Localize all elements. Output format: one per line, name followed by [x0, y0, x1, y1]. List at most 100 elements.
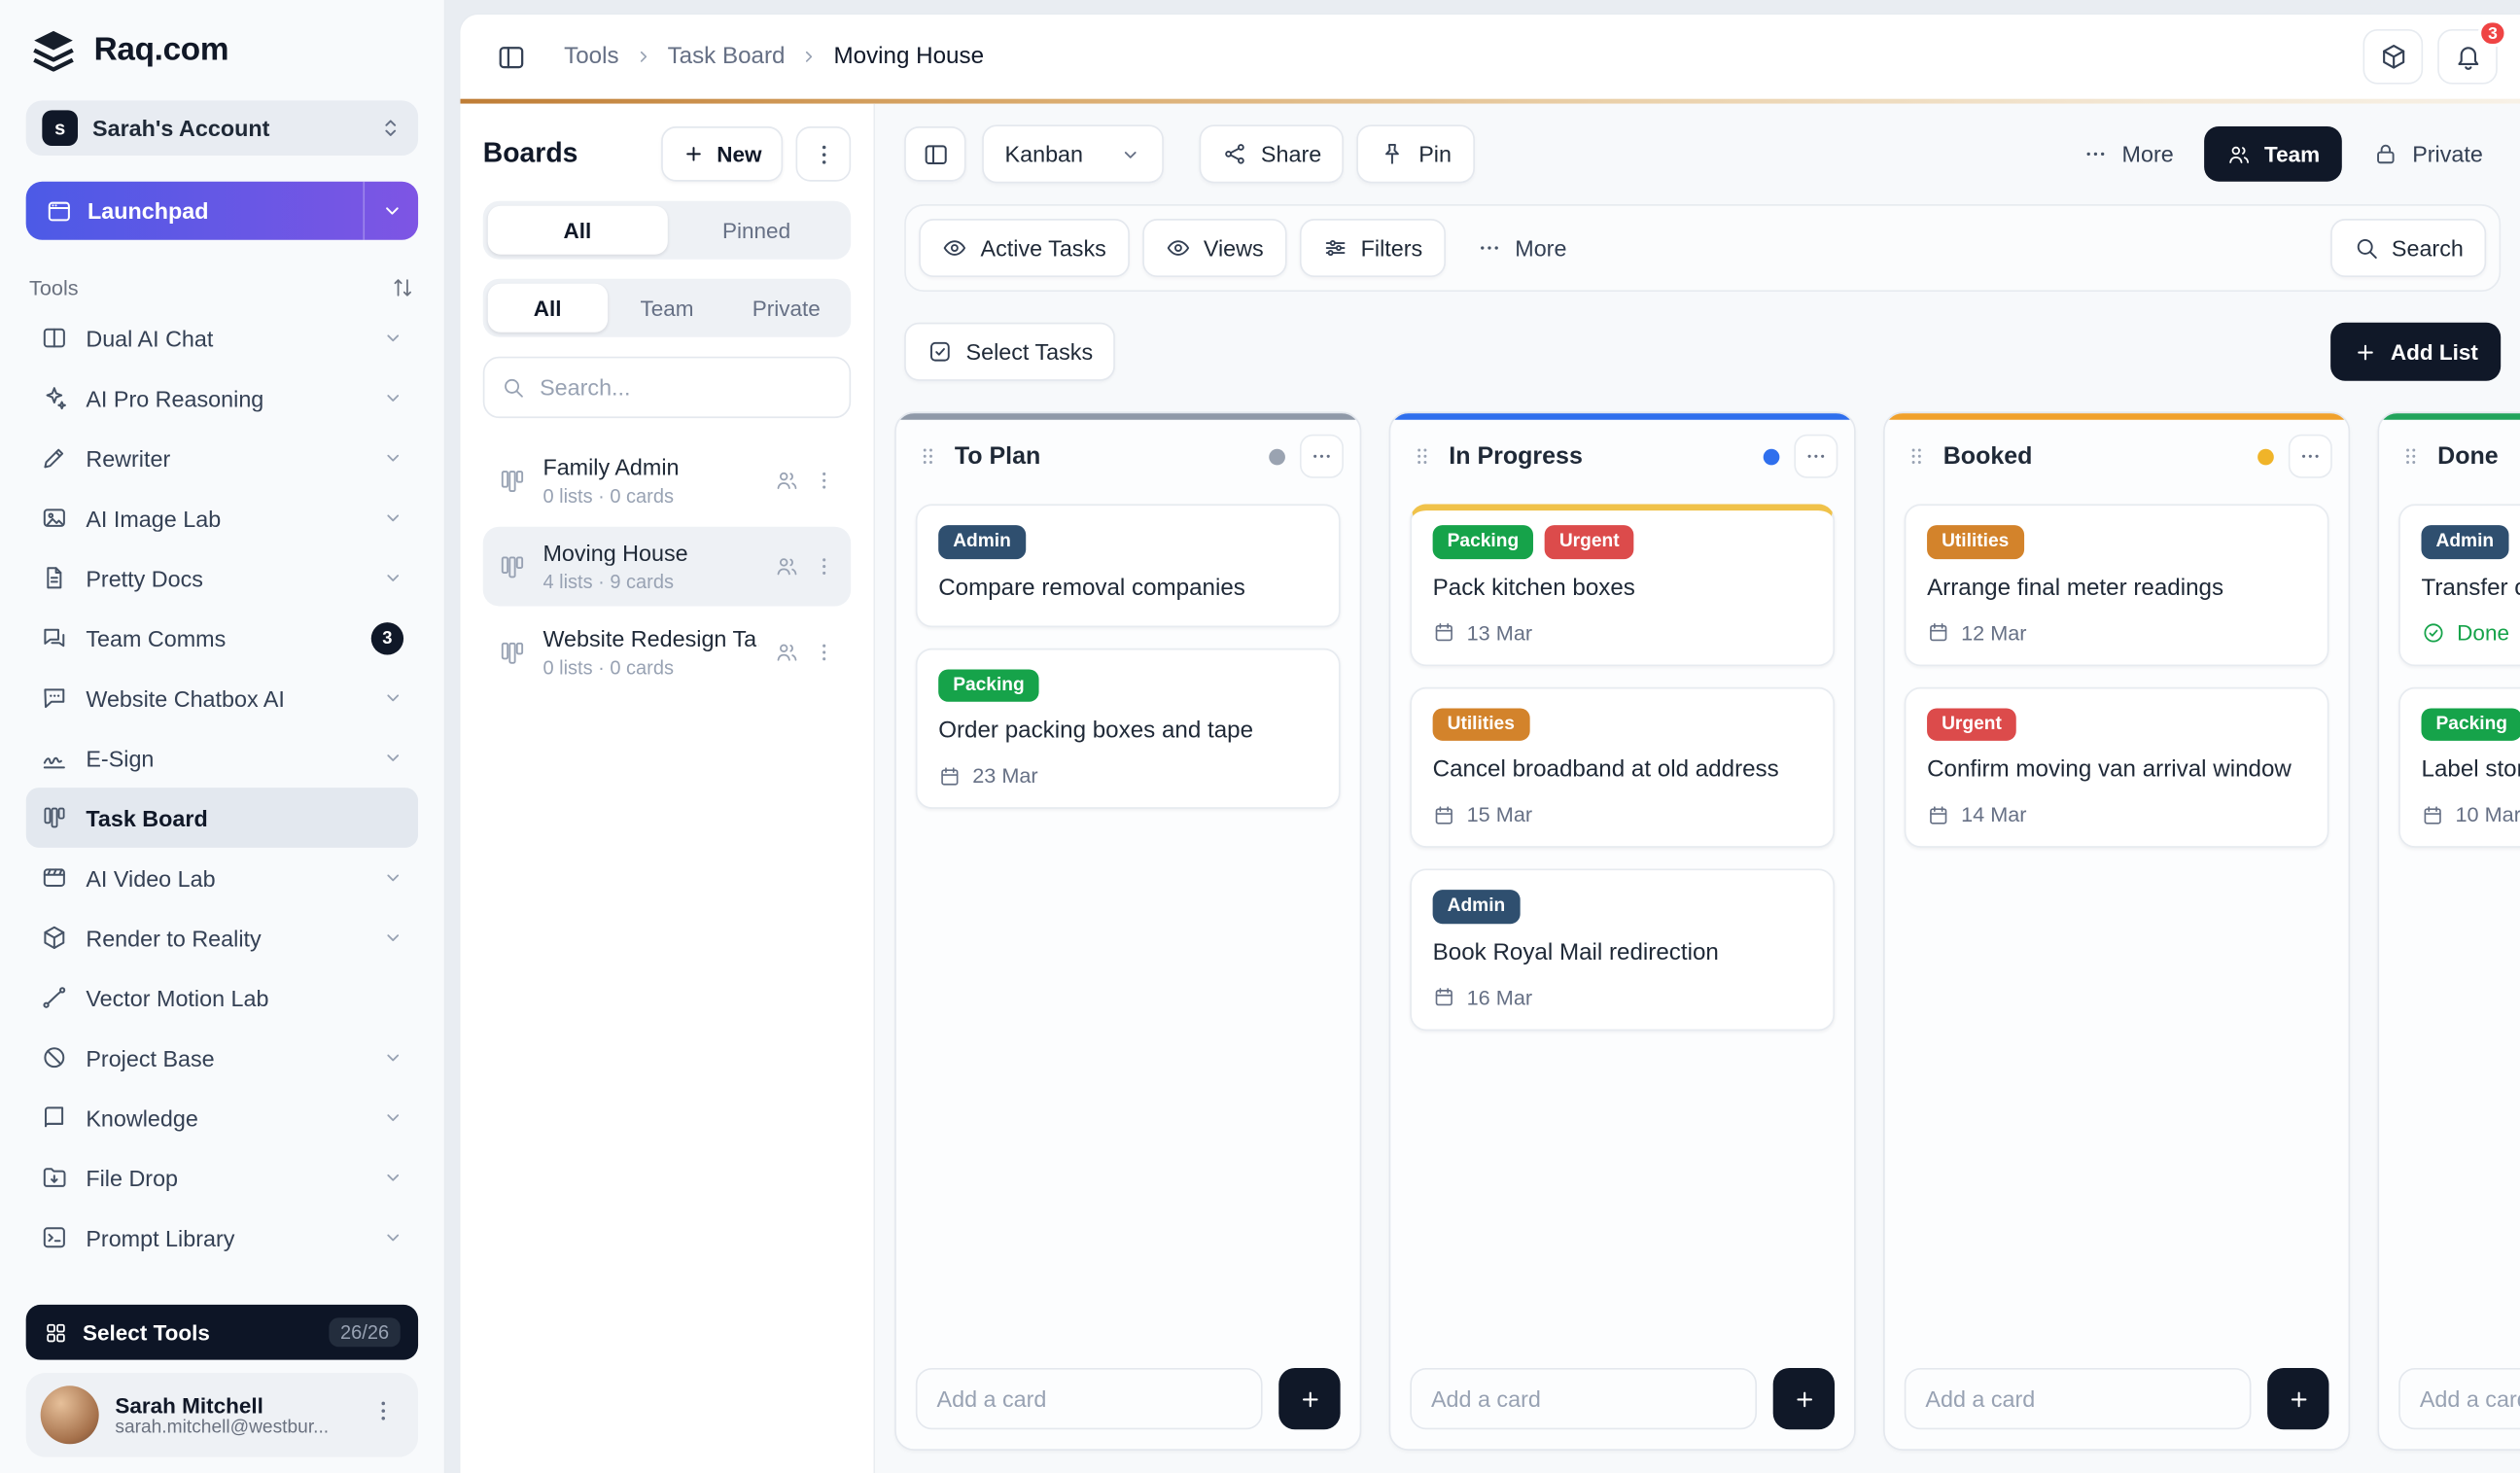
search-button[interactable]: Search: [2329, 219, 2487, 278]
breadcrumb-tools[interactable]: Tools: [564, 44, 618, 70]
board-item-family-admin[interactable]: Family Admin 0 lists · 0 cards: [483, 440, 851, 520]
tab-visibility-all[interactable]: All: [487, 283, 608, 333]
task-board-icon: [498, 638, 527, 667]
task-card[interactable]: Packing Label stor 10 Mar: [2398, 685, 2520, 848]
sidebar-item-team-comms[interactable]: Team Comms 3: [26, 608, 418, 668]
add-card-button[interactable]: [1772, 1367, 1836, 1430]
card-title: Pack kitchen boxes: [1432, 575, 1635, 602]
filters-button[interactable]: Filters: [1299, 219, 1446, 278]
select-tasks-button[interactable]: Select Tasks: [904, 322, 1116, 381]
grip-icon[interactable]: [916, 444, 940, 469]
tab-scope-all[interactable]: All: [487, 205, 667, 255]
team-visibility-button[interactable]: Team: [2204, 126, 2343, 182]
task-card[interactable]: Admin Transfer c Done: [2398, 504, 2520, 666]
sidebar-item-rewriter[interactable]: Rewriter: [26, 428, 418, 488]
add-card-field[interactable]: Add a card: [915, 1367, 1263, 1430]
card-due-date: 13 Mar: [1433, 620, 1812, 645]
new-board-button[interactable]: New: [661, 126, 784, 182]
view-mode-select[interactable]: Kanban: [982, 124, 1164, 184]
sidebar-item-ai-image-lab[interactable]: AI Image Lab: [26, 488, 418, 548]
grip-icon[interactable]: [2398, 444, 2423, 469]
notification-badge: 3: [2478, 19, 2507, 48]
boards-menu-button[interactable]: [795, 126, 852, 182]
more-button[interactable]: More: [2065, 124, 2191, 183]
toggle-sidebar-button[interactable]: [483, 29, 539, 85]
select-tools-button[interactable]: Select Tools 26/26: [25, 1304, 419, 1360]
private-visibility-button[interactable]: Private: [2356, 124, 2501, 183]
add-card-field[interactable]: Add a card: [1410, 1367, 1758, 1430]
sidebar-item-dual-ai-chat[interactable]: Dual AI Chat: [26, 308, 418, 368]
grip-icon[interactable]: [1905, 444, 1929, 469]
image-lab-icon: [41, 504, 68, 531]
pin-button[interactable]: Pin: [1356, 124, 1475, 184]
sidebar-item-prompt-library[interactable]: Prompt Library: [26, 1208, 418, 1268]
kebab-icon[interactable]: [812, 469, 836, 493]
task-card[interactable]: Admin Compare removal companies: [915, 504, 1341, 627]
notifications-button[interactable]: 3: [2437, 19, 2507, 85]
sidebar-item-ai-video-lab[interactable]: AI Video Lab: [26, 848, 418, 908]
tab-visibility-team[interactable]: Team: [608, 284, 727, 333]
task-card[interactable]: Utilities Arrange final meter readings 12 …: [1904, 504, 2329, 666]
sort-icon[interactable]: [391, 275, 415, 299]
launchpad-expand-button[interactable]: [363, 181, 418, 240]
people-icon[interactable]: [775, 469, 799, 493]
sidebar-item-knowledge[interactable]: Knowledge: [26, 1088, 418, 1148]
apps-button[interactable]: [2362, 29, 2424, 85]
kebab-icon[interactable]: [812, 640, 836, 664]
board-item-website-redesign-ta[interactable]: Website Redesign Ta... 0 lists · 0 cards: [483, 613, 851, 692]
add-card-field[interactable]: Add a card: [1904, 1367, 2252, 1430]
card-tags: Utilities: [1927, 525, 2306, 560]
card-tags: Admin: [938, 525, 1317, 560]
task-card[interactable]: Urgent Confirm moving van arrival window 1…: [1904, 685, 2329, 848]
sidebar-item-pretty-docs[interactable]: Pretty Docs: [26, 547, 418, 608]
tab-scope-pinned[interactable]: Pinned: [667, 206, 846, 255]
user-card[interactable]: Sarah Mitchell sarah.mitchell@westbur...: [25, 1372, 419, 1457]
board-item-moving-house[interactable]: Moving House 4 lists · 9 cards: [482, 526, 852, 607]
board-meta: 4 lists · 9 cards: [542, 570, 674, 594]
people-icon[interactable]: [775, 640, 799, 664]
sidebar-item-label: Rewriter: [86, 444, 171, 472]
kebab-icon[interactable]: [812, 554, 836, 579]
column-menu-button[interactable]: [2288, 434, 2332, 478]
add-card-button[interactable]: [1278, 1367, 1341, 1430]
breadcrumb-task-board[interactable]: Task Board: [668, 44, 786, 70]
share-button[interactable]: Share: [1199, 124, 1345, 184]
user-menu-button[interactable]: [363, 1390, 403, 1439]
sidebar-item-task-board[interactable]: Task Board: [25, 788, 419, 848]
account-switcher[interactable]: s Sarah's Account: [25, 100, 419, 157]
task-card[interactable]: Admin Book Royal Mail redirection 16 Mar: [1410, 868, 1836, 1031]
sidebar-item-website-chatbox-ai[interactable]: Website Chatbox AI: [26, 668, 418, 728]
collapse-boards-panel-button[interactable]: [904, 126, 966, 182]
sidebar-item-ai-pro-reasoning[interactable]: AI Pro Reasoning: [26, 368, 418, 428]
filter-bar: Active Tasks Views Filters More Search: [904, 204, 2502, 293]
task-card[interactable]: Utilities Cancel broadband at old address…: [1410, 685, 1836, 848]
boards-search-input[interactable]: [482, 356, 852, 419]
sidebar-item-render-to-reality[interactable]: Render to Reality: [26, 908, 418, 968]
sidebar-item-file-drop[interactable]: File Drop: [26, 1147, 418, 1208]
launchpad-button[interactable]: Launchpad: [25, 181, 419, 240]
views-button[interactable]: Views: [1141, 219, 1286, 278]
tab-visibility-private[interactable]: Private: [726, 284, 846, 333]
add-card-field[interactable]: Add a card: [2398, 1367, 2520, 1430]
sidebar-item-vector-motion-lab[interactable]: Vector Motion Lab: [26, 967, 418, 1028]
task-board-icon: [498, 552, 527, 581]
active-tasks-button[interactable]: Active Tasks: [919, 219, 1130, 278]
filter-more-button[interactable]: More: [1458, 219, 1585, 277]
user-email: sarah.mitchell@westbur...: [115, 1417, 330, 1437]
rewriter-icon: [41, 444, 68, 472]
eye-icon: [1165, 235, 1191, 262]
card-tags: Admin: [1432, 890, 1812, 925]
add-card-button[interactable]: [2267, 1367, 2329, 1430]
add-list-button[interactable]: Add List: [2330, 322, 2502, 381]
chevron-down-icon: [382, 508, 403, 529]
chatbox-icon: [41, 684, 68, 711]
column-menu-button[interactable]: [1794, 434, 1838, 478]
board-meta: 0 lists · 0 cards: [542, 656, 674, 680]
sidebar-item-project-base[interactable]: Project Base: [26, 1028, 418, 1088]
sidebar-item-e-sign[interactable]: E-Sign: [26, 727, 418, 788]
people-icon[interactable]: [775, 554, 799, 579]
task-card[interactable]: Packing Urgent Pack kitchen boxes 13 Mar: [1410, 504, 1836, 666]
grip-icon[interactable]: [1410, 444, 1434, 469]
column-menu-button[interactable]: [1299, 434, 1344, 478]
task-card[interactable]: Packing Order packing boxes and tape 23 Ma…: [915, 647, 1341, 809]
